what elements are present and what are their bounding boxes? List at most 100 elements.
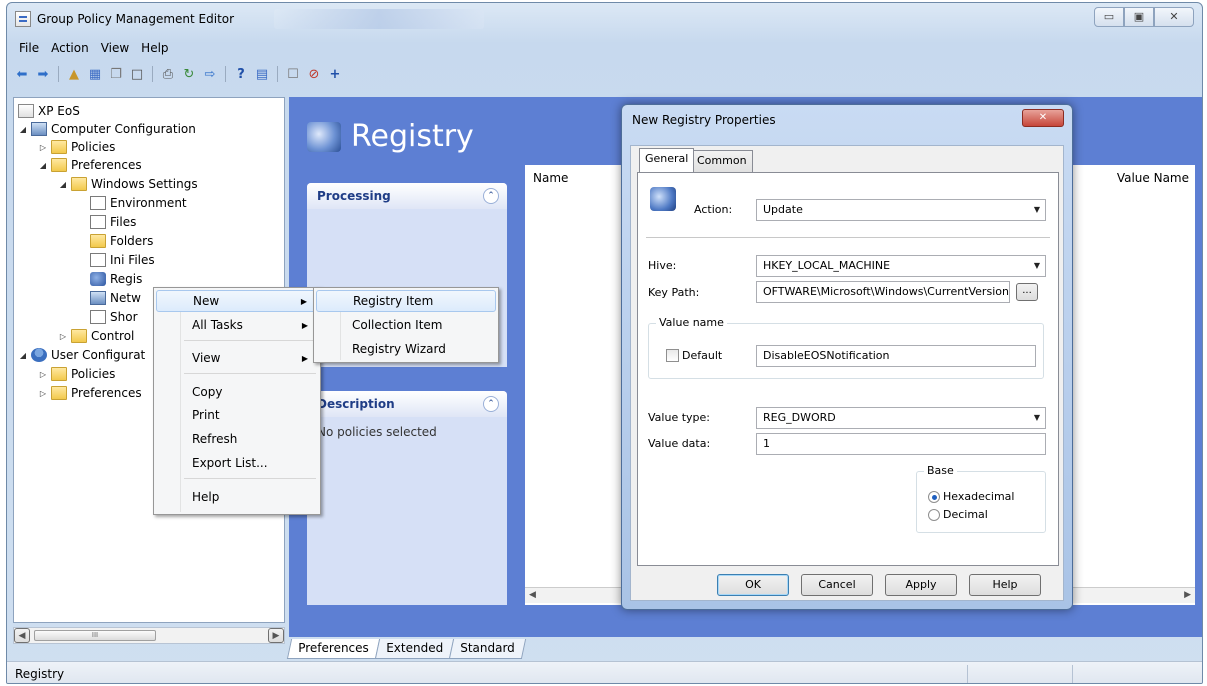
user-icon: [31, 348, 47, 362]
up-icon[interactable]: ▲: [65, 65, 83, 83]
gpo-icon: [18, 104, 34, 118]
tree-item-network[interactable]: Netw: [90, 289, 141, 307]
default-checkbox[interactable]: [666, 349, 679, 362]
registry-icon: [650, 187, 676, 211]
tree-item-environment[interactable]: Environment: [90, 194, 187, 212]
menu-item-export-list[interactable]: Export List...: [156, 452, 318, 474]
processing-header[interactable]: Processing: [307, 183, 507, 209]
dialog-close-button[interactable]: ✕: [1022, 109, 1064, 127]
back-icon[interactable]: ⬅: [13, 65, 31, 83]
control-panel-icon: [71, 329, 87, 343]
context-menu: New ▶ All Tasks ▶ View ▶ Copy Print Refr…: [153, 287, 321, 515]
scroll-right-icon[interactable]: ▶: [268, 628, 284, 643]
apply-button[interactable]: Apply: [885, 574, 957, 596]
tree-item-root[interactable]: XP EoS: [18, 102, 80, 120]
refresh-icon[interactable]: ↻: [180, 65, 198, 83]
column-header-value-name[interactable]: Value Name: [1117, 171, 1189, 185]
column-header-name[interactable]: Name: [533, 171, 568, 185]
menu-separator: [184, 373, 316, 374]
stop-icon[interactable]: ⊘: [305, 65, 323, 83]
show-hide-tree-icon[interactable]: ▦: [86, 65, 104, 83]
tab-preferences[interactable]: Preferences: [286, 639, 380, 659]
close-button[interactable]: ✕: [1154, 7, 1194, 27]
status-divider: [967, 665, 968, 683]
tab-extended[interactable]: Extended: [374, 639, 454, 659]
scroll-right-icon[interactable]: ▶: [1184, 590, 1191, 600]
ok-button[interactable]: OK: [717, 574, 789, 596]
copy-icon[interactable]: ❐: [107, 65, 125, 83]
tree-item-user-configuration[interactable]: ◢ User Configurat: [18, 346, 145, 364]
browse-key-button[interactable]: ...: [1016, 283, 1038, 301]
key-path-input[interactable]: OFTWARE\Microsoft\Windows\CurrentVersion: [756, 281, 1010, 303]
scroll-left-icon[interactable]: ◀: [529, 590, 536, 600]
action-select[interactable]: Update: [756, 199, 1046, 221]
expand-arrow-icon[interactable]: ▷: [58, 332, 68, 341]
expand-arrow-icon[interactable]: ▷: [38, 370, 48, 379]
submenu-arrow-icon: ▶: [301, 320, 308, 330]
status-text: Registry: [15, 666, 65, 681]
tab-general[interactable]: General: [639, 148, 695, 172]
tree-item-user-preferences[interactable]: ▷ Preferences: [38, 384, 142, 402]
collapse-arrow-icon[interactable]: ◢: [38, 161, 48, 170]
menu-item-new[interactable]: New ▶: [156, 290, 318, 312]
preview-icon[interactable]: ☐: [284, 65, 302, 83]
expand-arrow-icon[interactable]: ▷: [38, 389, 48, 398]
help-icon[interactable]: ?: [232, 65, 250, 83]
tree-item-folders[interactable]: Folders: [90, 232, 153, 250]
registry-icon: [90, 272, 106, 286]
tree-item-files[interactable]: Files: [90, 213, 136, 231]
menu-item-view[interactable]: View ▶: [156, 347, 318, 369]
minimize-button[interactable]: ▭: [1094, 7, 1124, 27]
collapse-arrow-icon[interactable]: ◢: [58, 180, 68, 189]
tree-item-registry[interactable]: Regis: [90, 270, 142, 288]
tree-item-windows-settings[interactable]: ◢ Windows Settings: [58, 175, 198, 193]
menu-item-all-tasks[interactable]: All Tasks ▶: [156, 314, 318, 336]
maximize-button[interactable]: ▣: [1124, 7, 1154, 27]
value-name-input[interactable]: DisableEOSNotification: [756, 345, 1036, 367]
help-button[interactable]: Help: [969, 574, 1041, 596]
collapse-arrow-icon[interactable]: ◢: [18, 125, 28, 134]
value-data-input[interactable]: 1: [756, 433, 1046, 455]
tab-standard[interactable]: Standard: [448, 639, 526, 659]
tree-item-computer-configuration[interactable]: ◢ Computer Configuration: [18, 120, 196, 138]
cancel-button[interactable]: Cancel: [801, 574, 873, 596]
collapse-arrow-icon[interactable]: ◢: [18, 351, 28, 360]
menu-help[interactable]: Help: [135, 39, 174, 59]
menu-item-copy[interactable]: Copy: [156, 381, 318, 403]
forward-icon[interactable]: ➡: [34, 65, 52, 83]
menu-item-print[interactable]: Print: [156, 404, 318, 426]
menu-item-collection-item[interactable]: Collection Item: [316, 314, 496, 336]
description-header[interactable]: Description: [307, 391, 507, 417]
export-icon[interactable]: ⇨: [201, 65, 219, 83]
menu-item-registry-wizard[interactable]: Registry Wizard: [316, 338, 496, 360]
menu-item-help[interactable]: Help: [156, 486, 318, 508]
menu-action[interactable]: Action: [45, 39, 95, 59]
paste-icon[interactable]: □: [128, 65, 146, 83]
tree-item-user-policies[interactable]: ▷ Policies: [38, 365, 115, 383]
tree-item-shortcuts[interactable]: Shor: [90, 308, 138, 326]
tree-item-preferences[interactable]: ◢ Preferences: [38, 156, 142, 174]
value-type-select[interactable]: REG_DWORD: [756, 407, 1046, 429]
menu-item-registry-item[interactable]: Registry Item: [316, 290, 496, 312]
add-icon[interactable]: +: [326, 65, 344, 83]
tab-common[interactable]: Common: [691, 150, 753, 172]
menu-file[interactable]: File: [13, 39, 45, 59]
expand-arrow-icon[interactable]: ▷: [38, 143, 48, 152]
tree-item-control-panel[interactable]: ▷ Control: [58, 327, 134, 345]
gpo-editor-icon: [15, 11, 31, 27]
print-icon[interactable]: ⎙: [159, 65, 177, 83]
tree-item-ini-files[interactable]: Ini Files: [90, 251, 155, 269]
tree-item-policies[interactable]: ▷ Policies: [38, 138, 115, 156]
hive-select[interactable]: HKEY_LOCAL_MACHINE: [756, 255, 1046, 277]
collapse-chevron-icon[interactable]: ⌃: [483, 188, 499, 204]
decimal-radio[interactable]: [928, 509, 940, 521]
hexadecimal-radio[interactable]: [928, 491, 940, 503]
scroll-left-icon[interactable]: ◀: [14, 628, 30, 643]
menu-item-refresh[interactable]: Refresh: [156, 428, 318, 450]
tree-horizontal-scrollbar[interactable]: ◀ III ▶: [13, 627, 285, 644]
shortcut-icon: [90, 310, 106, 324]
menu-view[interactable]: View: [95, 39, 135, 59]
collapse-chevron-icon[interactable]: ⌃: [483, 396, 499, 412]
properties-icon[interactable]: ▤: [253, 65, 271, 83]
scroll-thumb[interactable]: III: [34, 630, 156, 641]
